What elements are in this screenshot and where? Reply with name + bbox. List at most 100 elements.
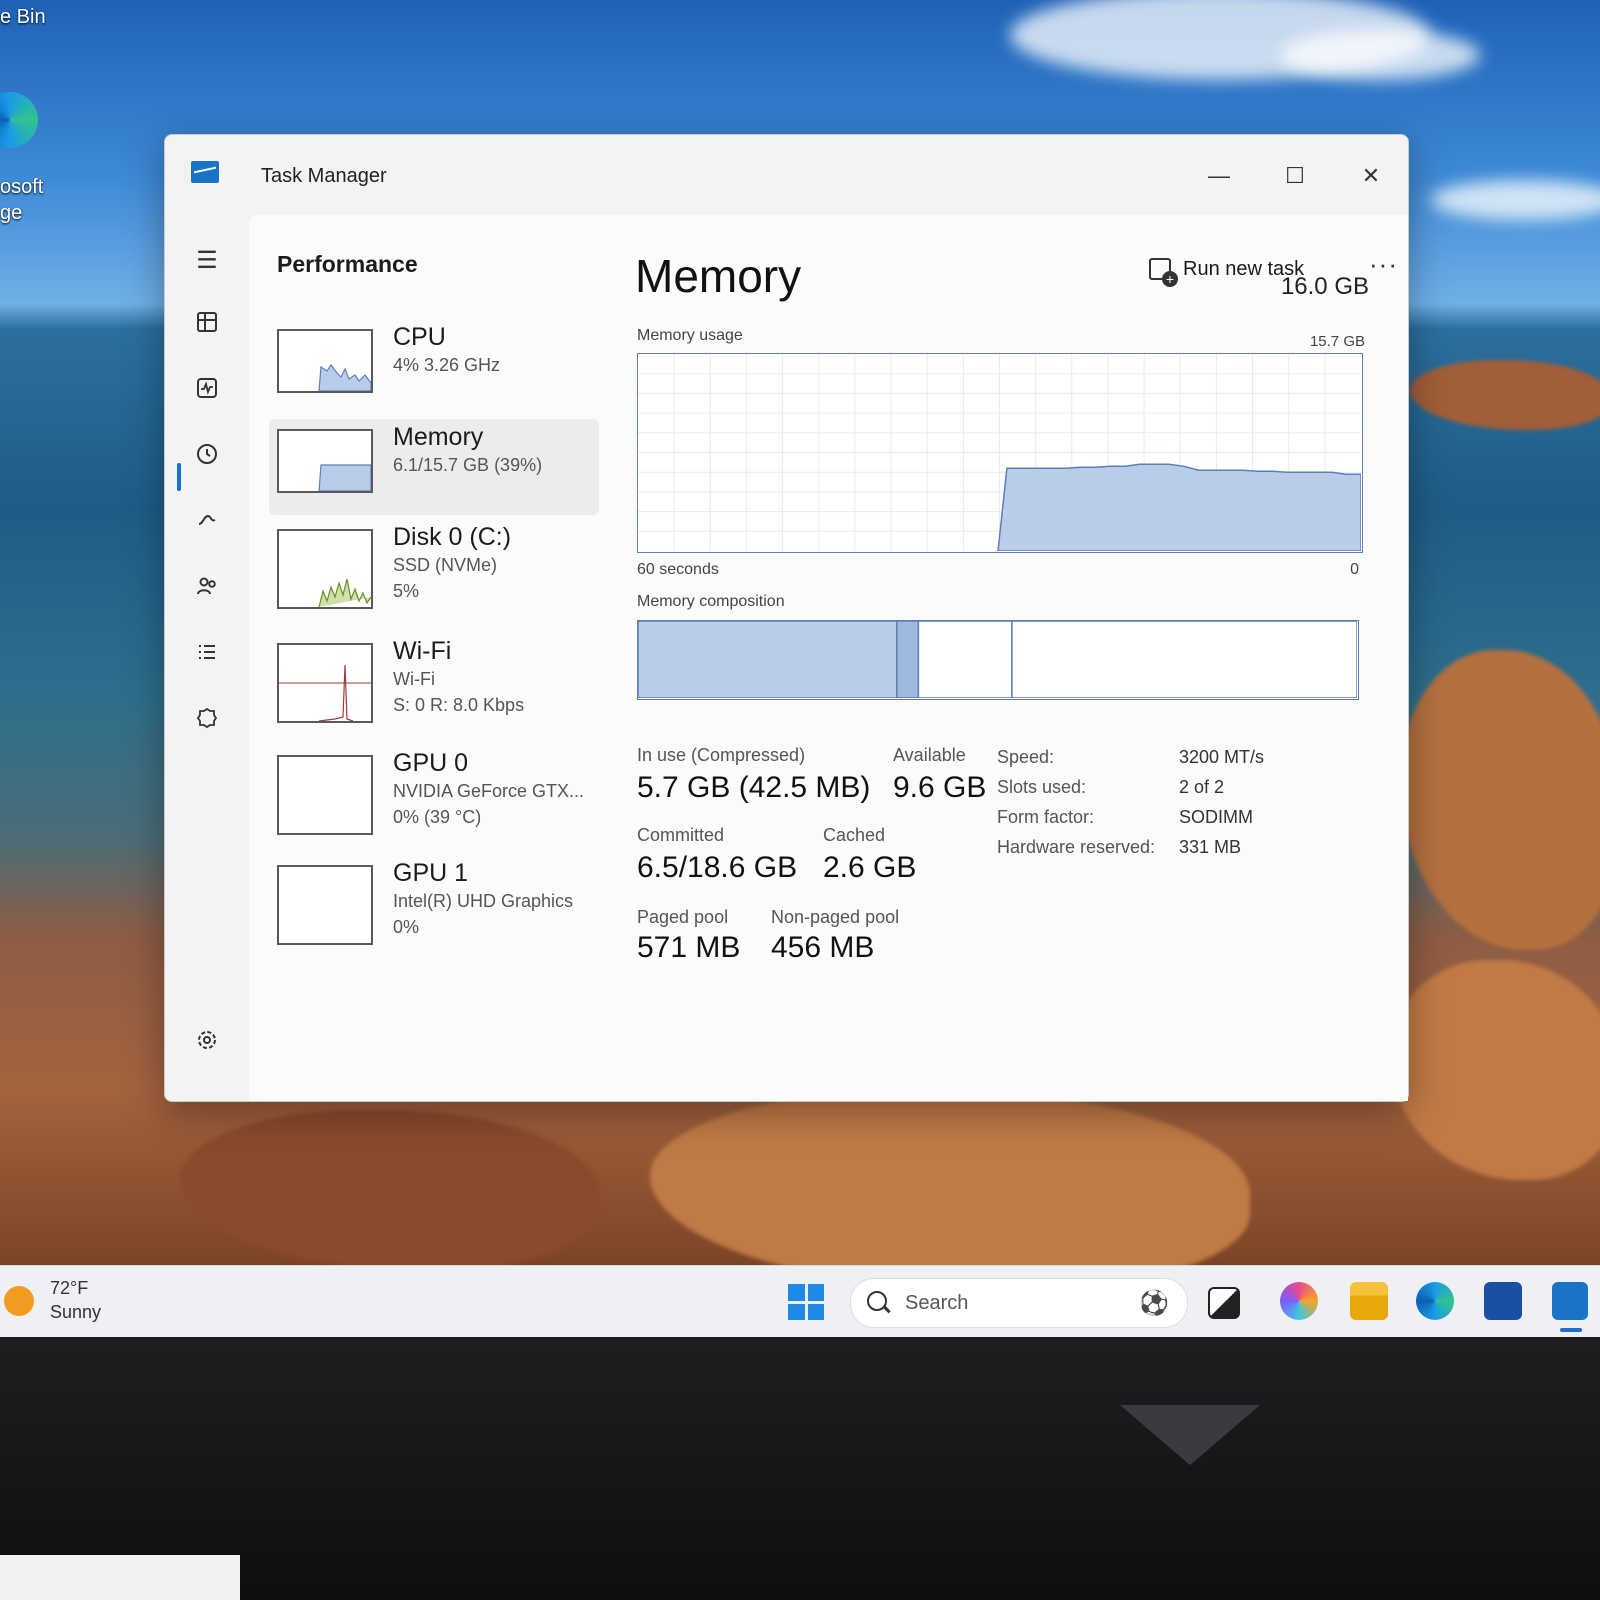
users-icon[interactable]: [187, 571, 227, 611]
search-icon: [867, 1291, 887, 1311]
device-detail: Intel(R) UHD Graphics: [393, 891, 574, 911]
committed-label: Committed: [637, 825, 725, 845]
gpu1-thumbnail-graph: [277, 865, 373, 945]
nonpaged-pool-label: Non-paged pool: [771, 907, 900, 927]
memory-title: Memory: [635, 250, 802, 302]
services-icon[interactable]: [187, 703, 227, 743]
title-bar[interactable]: Task Manager — ☐ ✕: [165, 135, 1408, 215]
device-detail: NVIDIA GeForce GTX...: [393, 781, 585, 801]
details-icon[interactable]: [187, 637, 227, 677]
in-use-value: 5.7 GB (42.5 MB): [637, 771, 871, 804]
rock: [1390, 960, 1600, 1180]
composition-segment-modified: [896, 620, 920, 699]
memory-composition-chart: [637, 620, 1358, 699]
active-app-indicator: [1560, 1328, 1582, 1332]
memory-usage-graph: [637, 353, 1363, 553]
menu-icon[interactable]: ☰: [187, 241, 227, 281]
device-detail: SSD (NVMe): [393, 555, 498, 575]
performance-icon[interactable]: [187, 373, 227, 413]
device-item-wifi[interactable]: Wi-Fi Wi-Fi S: 0 R: 8.0 Kbps: [269, 633, 599, 729]
maximize-button[interactable]: ☐: [1275, 161, 1315, 191]
minimize-button[interactable]: —: [1199, 161, 1239, 191]
cpu-thumbnail-graph: [277, 329, 373, 393]
file-explorer-icon[interactable]: [1350, 1282, 1388, 1320]
composition-segment-in-use: [637, 620, 898, 699]
task-view-icon[interactable]: [1208, 1287, 1240, 1319]
laptop-bezel: [0, 1337, 1600, 1600]
start-button[interactable]: [788, 1284, 824, 1320]
windows-logo-pane: [807, 1284, 824, 1301]
committed-value: 6.5/18.6 GB: [637, 851, 798, 884]
windows-logo-pane: [788, 1303, 805, 1320]
task-manager-window: Task Manager — ☐ ✕ ☰ Performance + Run n…: [164, 134, 1409, 1102]
cloud: [1430, 180, 1600, 220]
recycle-bin-label[interactable]: e Bin: [0, 6, 46, 29]
device-item-cpu[interactable]: CPU 4% 3.26 GHz: [269, 319, 599, 415]
sun-icon[interactable]: [4, 1286, 34, 1316]
taskbar: 72°F Sunny Search ⚽: [0, 1265, 1600, 1338]
search-box[interactable]: Search ⚽: [850, 1278, 1188, 1328]
startup-apps-icon[interactable]: [187, 505, 227, 545]
device-detail: 4% 3.26 GHz: [393, 355, 501, 375]
close-button[interactable]: ✕: [1351, 161, 1391, 191]
edge-label-line1[interactable]: osoft: [0, 176, 43, 199]
device-name: Memory: [393, 423, 484, 451]
device-item-disk[interactable]: Disk 0 (C:) SSD (NVMe) 5%: [269, 519, 599, 615]
paged-pool-label: Paged pool: [637, 907, 729, 927]
store-icon[interactable]: [1484, 1282, 1522, 1320]
copilot-icon[interactable]: [1280, 1282, 1318, 1320]
device-detail: Wi-Fi: [393, 669, 435, 689]
rock: [1400, 650, 1600, 950]
device-item-memory[interactable]: Memory 6.1/15.7 GB (39%): [269, 419, 599, 515]
task-manager-icon[interactable]: [1552, 1282, 1588, 1320]
app-history-icon[interactable]: [187, 439, 227, 479]
composition-segment-standby: [917, 620, 1013, 699]
weather-temperature[interactable]: 72°F: [50, 1278, 88, 1299]
disk-thumbnail-graph: [277, 529, 373, 609]
windows-logo-pane: [807, 1303, 824, 1320]
nav-selected-indicator: [177, 463, 181, 491]
wifi-thumbnail-graph: [277, 643, 373, 723]
available-label: Available: [893, 745, 966, 765]
device-detail-2: 0% (39 °C): [393, 807, 482, 827]
edge-icon[interactable]: [1416, 1282, 1454, 1320]
cached-value: 2.6 GB: [823, 851, 917, 884]
spec-value-hardware-reserved: 331 MB: [1179, 837, 1242, 857]
rock: [180, 1110, 600, 1265]
device-detail-2: S: 0 R: 8.0 Kbps: [393, 695, 525, 715]
device-detail-2: 5%: [393, 581, 420, 601]
device-detail-2: 0%: [393, 917, 420, 937]
memory-thumbnail-graph: [277, 429, 373, 493]
edge-label-line2[interactable]: ge: [0, 202, 22, 225]
spec-key-slots: Slots used:: [997, 777, 1087, 797]
nonpaged-pool-value: 456 MB: [771, 931, 875, 964]
cached-label: Cached: [823, 825, 886, 845]
memory-composition-bar: [637, 620, 1359, 700]
device-detail: 6.1/15.7 GB (39%): [393, 455, 543, 475]
cliff: [1410, 360, 1600, 430]
available-value: 9.6 GB: [893, 771, 987, 804]
search-highlight-icon: ⚽: [1139, 1290, 1169, 1317]
device-name: Wi-Fi: [393, 637, 452, 665]
processes-icon[interactable]: [187, 307, 227, 347]
task-manager-icon: [191, 161, 219, 183]
edge-icon[interactable]: [0, 92, 38, 148]
cloud: [1280, 30, 1480, 80]
device-item-gpu0[interactable]: GPU 0 NVIDIA GeForce GTX... 0% (39 °C): [269, 745, 599, 841]
memory-usage-label: Memory usage: [637, 327, 743, 344]
performance-panel: Performance Run new task ··· CPU 4% 3.26…: [249, 215, 1408, 1101]
spec-key-hardware-reserved: Hardware reserved:: [997, 837, 1156, 857]
spec-key-form-factor: Form factor:: [997, 807, 1095, 827]
device-name: GPU 1: [393, 859, 469, 887]
in-use-label: In use (Compressed): [637, 745, 806, 765]
spec-value-slots: 2 of 2: [1179, 777, 1225, 797]
weather-condition[interactable]: Sunny: [50, 1302, 101, 1323]
device-name: GPU 0: [393, 749, 469, 777]
windows-logo-pane: [788, 1284, 805, 1301]
device-item-gpu1[interactable]: GPU 1 Intel(R) UHD Graphics 0%: [269, 855, 599, 951]
composition-segment-free: [1011, 620, 1358, 699]
window-title: Task Manager: [261, 165, 387, 187]
memory-usage-area: [997, 463, 1362, 552]
settings-icon[interactable]: [187, 1025, 227, 1065]
memory-usage-max: 15.7 GB: [1309, 333, 1365, 350]
